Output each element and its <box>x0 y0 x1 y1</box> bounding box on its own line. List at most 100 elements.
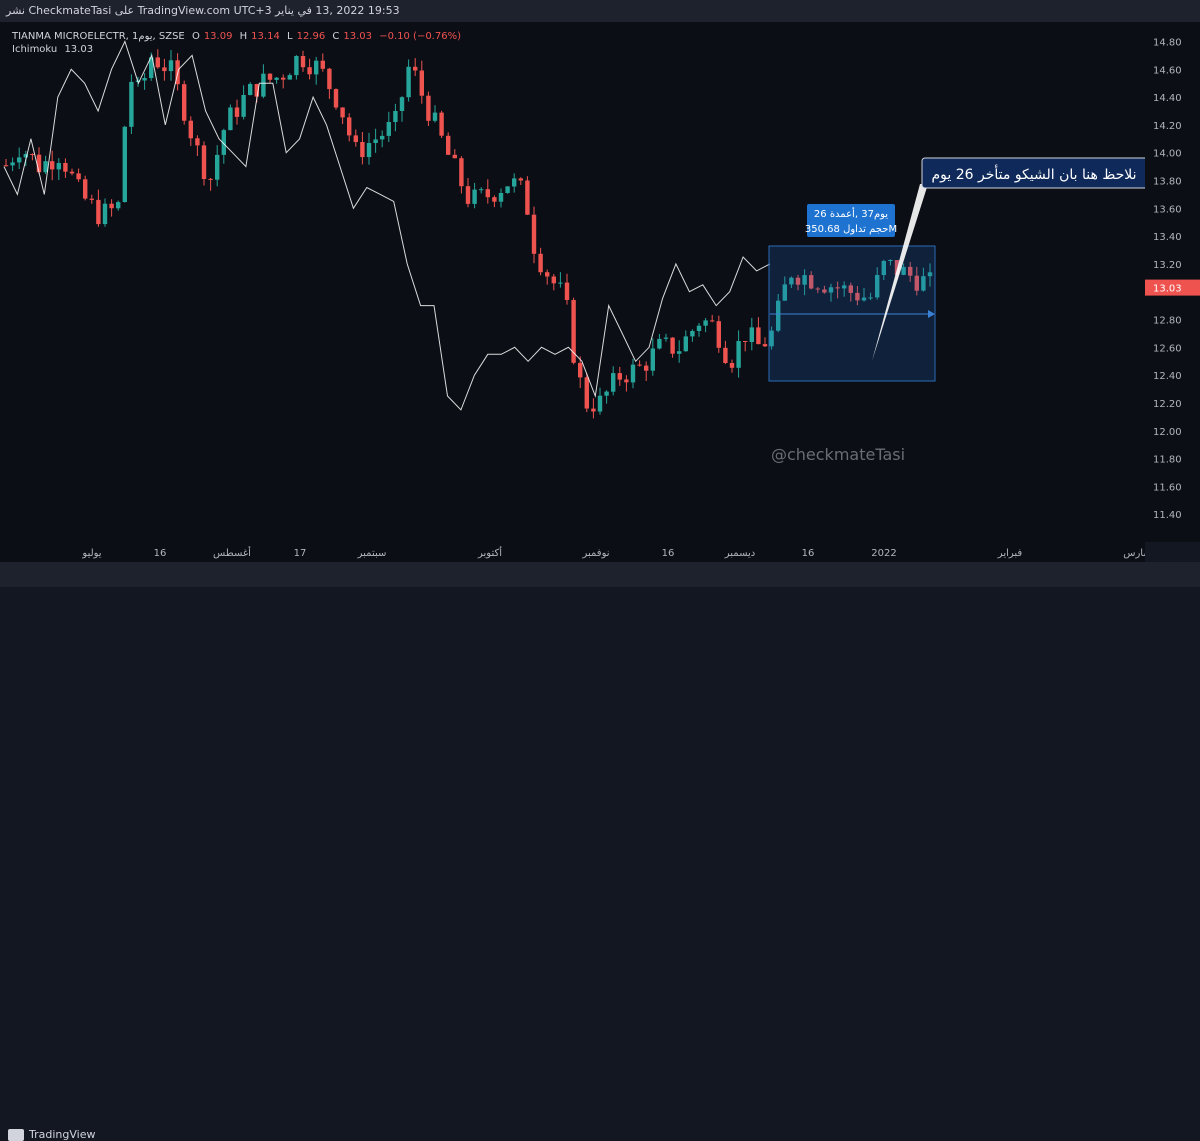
range-info-line1: يوم37 ,أعمدة 26 <box>814 207 888 220</box>
price-tick-label: 11.80 <box>1153 455 1182 466</box>
time-tick-label: 16 <box>154 548 167 559</box>
candle-body <box>564 282 570 300</box>
price-tick-label: 12.20 <box>1153 399 1182 410</box>
time-tick-label: نوفمبر <box>581 548 609 559</box>
price-tick-label: 11.40 <box>1153 510 1182 521</box>
time-axis[interactable]: يوليو 16 أغسطس 17 سبتمبر أكتوبر نوفمبر 16 ديسمبر… <box>0 542 1149 562</box>
candle-body <box>677 351 682 354</box>
legend-close-label: C <box>332 31 340 42</box>
candle-body <box>531 214 537 254</box>
candle-body <box>624 379 629 383</box>
candle-body <box>63 163 68 172</box>
price-chart[interactable]: يوم37 ,أعمدة 26 350.68 حجم تداولM نلاحظ … <box>0 22 1145 542</box>
candle-body <box>637 364 642 366</box>
candle-body <box>683 336 688 352</box>
time-tick-label: ديسمبر <box>724 548 755 559</box>
range-info-line2: 350.68 حجم تداولM <box>805 224 897 235</box>
candle-body <box>485 189 490 198</box>
legend-indicator-value: 13.03 <box>64 44 94 55</box>
candle-body <box>762 344 768 347</box>
candle-body <box>234 107 240 117</box>
candle-body <box>261 73 266 97</box>
candle-body <box>663 337 669 339</box>
publish-header: نشر CheckmateTasi على TradingView.com ‫1… <box>0 0 1200 22</box>
candle-body <box>267 73 273 80</box>
candle-body <box>69 171 75 174</box>
watermark: @checkmateTasi <box>771 445 905 464</box>
candle-body <box>756 327 761 345</box>
time-tick-label: سبتمبر <box>357 548 387 559</box>
candle-body <box>459 158 464 187</box>
candle-body <box>373 139 378 143</box>
ichimoku-layer <box>3 40 771 411</box>
candle-body <box>294 56 299 76</box>
price-tick-label: 12.40 <box>1153 371 1182 382</box>
legend-open-label: O <box>191 31 200 42</box>
candle-body <box>208 178 213 180</box>
candle-body <box>498 193 504 202</box>
candle-body <box>96 199 101 225</box>
candle-body <box>584 377 589 409</box>
candle-body <box>479 189 484 191</box>
time-axis-labels: يوليو 16 أغسطس 17 سبتمبر أكتوبر نوفمبر 16 ديسمبر… <box>81 546 1148 559</box>
candle-body <box>749 327 754 342</box>
price-tick-label: 14.00 <box>1153 149 1182 160</box>
candle-body <box>399 97 405 111</box>
candle-body <box>215 154 220 180</box>
candle-body <box>505 186 510 193</box>
price-tick-label: 14.80 <box>1153 38 1182 49</box>
legend-symbol: TIANMA MICROELECTR, 1يوم, SZSE <box>12 31 185 42</box>
price-axis[interactable]: 14.80 14.60 14.40 14.20 14.00 13.80 13.60 13.40… <box>1145 22 1200 542</box>
candle-body <box>604 391 609 396</box>
candle-body <box>76 173 81 180</box>
price-tick-label: 12.60 <box>1153 343 1182 354</box>
price-tick-label: 14.60 <box>1153 65 1182 76</box>
candle-body <box>201 145 207 179</box>
tradingview-logo[interactable]: TradingView <box>8 1128 95 1141</box>
price-tick-label: 12.80 <box>1153 316 1182 327</box>
candle-body <box>182 84 187 121</box>
legend-open: 13.09 <box>203 31 233 42</box>
candle-body <box>168 60 174 72</box>
legend-indicator-row[interactable]: Ichimoku 13.03 <box>12 43 465 56</box>
legend-close: 13.03 <box>343 31 373 42</box>
legend-change: −0.10 (−0.76%) <box>379 31 461 42</box>
candle-body <box>366 143 372 158</box>
last-price-label: 13.03 <box>1153 284 1182 295</box>
candle-body <box>89 198 94 200</box>
candle-body <box>578 362 583 378</box>
candle-body <box>10 162 15 166</box>
candle-body <box>518 178 523 181</box>
legend-high-label: H <box>239 31 248 42</box>
candle-body <box>413 66 418 71</box>
candle-body <box>551 276 556 284</box>
candle-body <box>241 95 246 117</box>
time-tick-label: أغسطس <box>213 546 251 559</box>
candle-body <box>274 77 279 80</box>
candle-body <box>525 180 530 215</box>
legend-indicator-name: Ichimoku <box>12 44 58 55</box>
candle-body <box>736 341 741 368</box>
price-tick-label: 13.80 <box>1153 177 1182 188</box>
candle-body <box>155 57 160 68</box>
publish-text: نشر CheckmateTasi على TradingView.com ‫1… <box>6 4 400 17</box>
price-tick-label: 12.00 <box>1153 427 1182 438</box>
legend-high: 13.14 <box>251 31 280 42</box>
time-tick-label: 16 <box>802 548 815 559</box>
footer: TradingView <box>0 562 1200 1141</box>
candle-body <box>333 89 339 108</box>
price-tick-label: 11.60 <box>1153 482 1182 493</box>
candle-body <box>386 122 391 136</box>
candle-body <box>670 337 675 354</box>
candle-body <box>650 348 655 371</box>
candle-body <box>281 77 286 80</box>
candle-body <box>492 197 497 202</box>
candle-body <box>512 178 517 187</box>
candle-body <box>109 203 114 209</box>
candle-body <box>50 161 55 170</box>
candle-body <box>300 56 306 68</box>
chart-area[interactable]: يوم37 ,أعمدة 26 350.68 حجم تداولM نلاحظ … <box>0 22 1145 542</box>
price-tick-label: 13.40 <box>1153 232 1182 243</box>
price-tick-label: 14.40 <box>1153 93 1182 104</box>
candle-body <box>188 120 193 139</box>
